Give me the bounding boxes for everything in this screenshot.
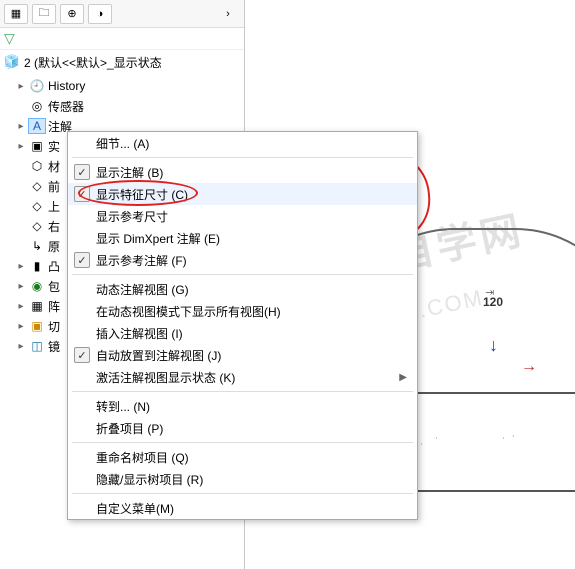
annotations-icon: A [28, 118, 46, 134]
menu-separator [72, 157, 413, 158]
expand-icon[interactable]: ▸ [16, 141, 26, 152]
tab-display-icon[interactable]: ⊕ [60, 4, 84, 24]
z-axis-icon[interactable]: ↓ [489, 335, 498, 356]
tree-item-label: 切 [48, 318, 60, 335]
tab-feature-tree-icon[interactable]: ▦ [4, 4, 28, 24]
part-icon: 🧊 [4, 54, 20, 70]
menu-item-label: 自动放置到注解视图 (J) [96, 347, 221, 364]
x-axis-icon[interactable]: → [521, 358, 537, 376]
menu-item-show-ref-dims[interactable]: 显示参考尺寸 [68, 205, 417, 227]
tree-item-history[interactable]: ▸ 🕘 History [0, 76, 244, 96]
tree-item-label: 前 [48, 178, 60, 195]
menu-item-label: 显示参考尺寸 [96, 208, 168, 225]
tree-item-label: 阵 [48, 298, 60, 315]
menu-item-label: 隐藏/显示树项目 (R) [96, 471, 203, 488]
checkbox-checked-icon: ✓ [74, 252, 90, 268]
tree-item-sensors[interactable]: ◎ 传感器 [0, 96, 244, 116]
expand-icon[interactable]: ▸ [16, 121, 26, 132]
menu-item-label: 显示 DimXpert 注解 (E) [96, 230, 220, 247]
origin-icon: ↳ [28, 238, 46, 254]
tree-item-label: 原 [48, 238, 60, 255]
tab-appearance-icon[interactable]: ◑ [88, 4, 112, 24]
menu-item-details[interactable]: 细节... (A) [68, 132, 417, 154]
menu-item-show-annotations[interactable]: ✓ 显示注解 (B) [68, 161, 417, 183]
menu-item-label: 折叠项目 (P) [96, 420, 163, 437]
menu-item-rename-tree[interactable]: 重命名树项目 (Q) [68, 446, 417, 468]
menu-separator [72, 391, 413, 392]
menu-separator [72, 442, 413, 443]
wrap-icon: ◉ [28, 278, 46, 294]
checkbox-checked-icon: ✓ [74, 164, 90, 180]
menu-item-label: 细节... (A) [96, 135, 149, 152]
expand-icon[interactable]: ▸ [16, 281, 26, 292]
expand-icon[interactable]: ▸ [16, 301, 26, 312]
checkbox-checked-icon: ✓ [74, 186, 90, 202]
expand-icon[interactable]: ▸ [16, 341, 26, 352]
checkbox-checked-icon: ✓ [74, 347, 90, 363]
view-triad[interactable]: ⤒ 120 [483, 290, 503, 309]
tree-item-label: 材 [48, 158, 60, 175]
tree-item-label: 右 [48, 218, 60, 235]
menu-item-hide-show-tree[interactable]: 隐藏/显示树项目 (R) [68, 468, 417, 490]
menu-item-insert-annot-view[interactable]: 插入注解视图 (I) [68, 322, 417, 344]
menu-item-label: 自定义菜单(M) [96, 500, 174, 517]
filter-row: ▽ [0, 28, 244, 50]
panel-tabs: ▦ 🗀 ⊕ ◑ › [0, 0, 244, 28]
tree-item-label: 传感器 [48, 98, 84, 115]
menu-item-label: 显示参考注解 (F) [96, 252, 187, 269]
menu-item-collapse[interactable]: 折叠项目 (P) [68, 417, 417, 439]
filter-icon[interactable]: ▽ [4, 30, 15, 47]
extrude-icon: ▮ [28, 258, 46, 274]
tree-item-label: 凸 [48, 258, 60, 275]
menu-item-label: 插入注解视图 (I) [96, 325, 183, 342]
expand-icon[interactable]: ▸ [16, 81, 26, 92]
tree-item-label: 实 [48, 138, 60, 155]
menu-item-label: 动态注解视图 (G) [96, 281, 189, 298]
tab-config-icon[interactable]: 🗀 [32, 4, 56, 24]
tab-more-chevron-icon[interactable]: › [216, 4, 240, 24]
menu-separator [72, 274, 413, 275]
sensors-icon: ◎ [28, 98, 46, 114]
solid-body-icon: ▣ [28, 138, 46, 154]
menu-item-show-dimxpert[interactable]: 显示 DimXpert 注解 (E) [68, 227, 417, 249]
menu-separator [72, 493, 413, 494]
context-menu: 细节... (A) ✓ 显示注解 (B) ✓ 显示特征尺寸 (C) 显示参考尺寸… [67, 131, 418, 520]
menu-item-show-ref-annot[interactable]: ✓ 显示参考注解 (F) [68, 249, 417, 271]
menu-item-label: 激活注解视图显示状态 (K) [96, 369, 235, 386]
plane-icon: ◇ [28, 198, 46, 214]
tree-item-label: 镜 [48, 338, 60, 355]
pattern-icon: ▦ [28, 298, 46, 314]
menu-item-show-feature-dims[interactable]: ✓ 显示特征尺寸 (C) [68, 183, 417, 205]
tree-item-label: 包 [48, 278, 60, 295]
menu-item-label: 转到... (N) [96, 398, 150, 415]
menu-item-goto[interactable]: 转到... (N) [68, 395, 417, 417]
triad-angle-label: 120 [483, 295, 503, 309]
cut-icon: ▣ [28, 318, 46, 334]
menu-item-label: 显示注解 (B) [96, 164, 163, 181]
tree-item-label: History [48, 79, 85, 93]
menu-item-custom-menu[interactable]: 自定义菜单(M) [68, 497, 417, 519]
plane-icon: ◇ [28, 218, 46, 234]
material-icon: ⬡ [28, 158, 46, 174]
menu-item-show-all-dyn[interactable]: 在动态视图模式下显示所有视图(H) [68, 300, 417, 322]
tree-root-label: 2 (默认<<默认>_显示状态 [24, 54, 162, 71]
expand-icon[interactable]: ▸ [16, 261, 26, 272]
menu-item-auto-place[interactable]: ✓ 自动放置到注解视图 (J) [68, 344, 417, 366]
menu-item-label: 重命名树项目 (Q) [96, 449, 189, 466]
history-icon: 🕘 [28, 78, 46, 94]
tree-root[interactable]: 🧊 2 (默认<<默认>_显示状态 [0, 50, 244, 74]
tree-item-label: 上 [48, 198, 60, 215]
submenu-arrow-icon: ▶ [399, 372, 407, 383]
menu-item-label: 在动态视图模式下显示所有视图(H) [96, 303, 281, 320]
menu-item-dyn-annot-view[interactable]: 动态注解视图 (G) [68, 278, 417, 300]
expand-icon[interactable]: ▸ [16, 321, 26, 332]
mirror-icon: ◫ [28, 338, 46, 354]
menu-item-activate-state[interactable]: 激活注解视图显示状态 (K) ▶ [68, 366, 417, 388]
menu-item-label: 显示特征尺寸 (C) [96, 186, 188, 203]
plane-icon: ◇ [28, 178, 46, 194]
